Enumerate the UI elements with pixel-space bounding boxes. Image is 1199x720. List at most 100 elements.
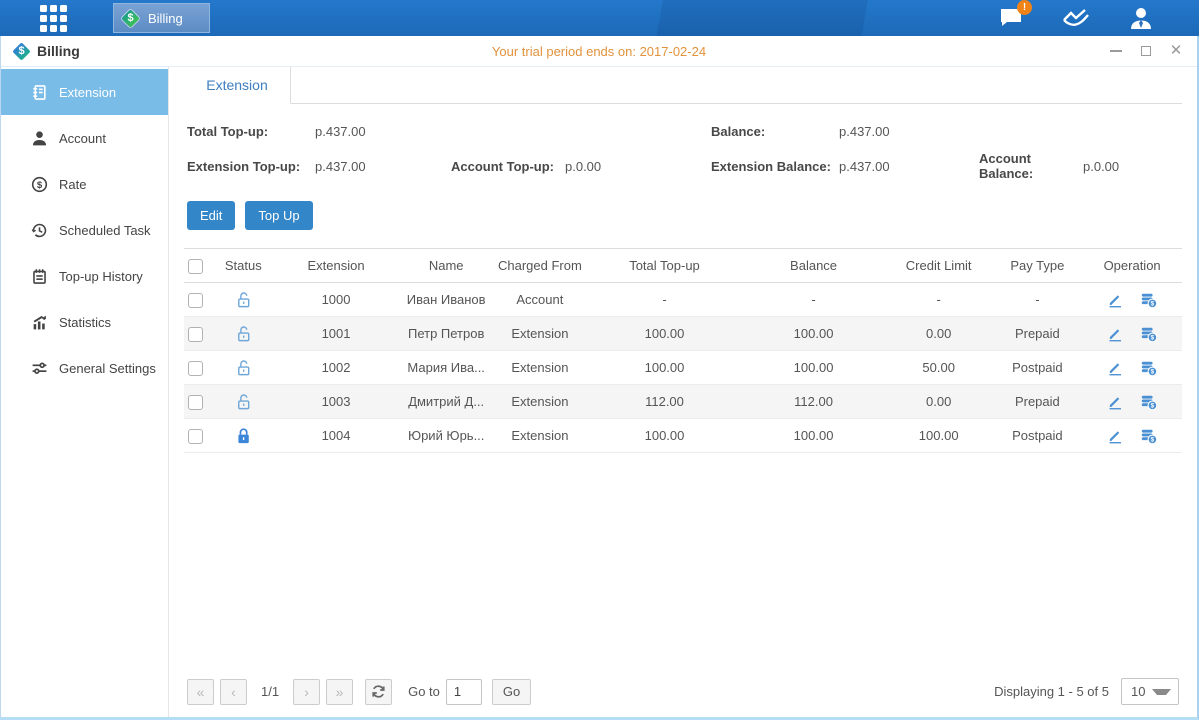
sidebar-item-scheduled-task[interactable]: Scheduled Task — [1, 207, 168, 253]
total-topup-label: Total Top-up: — [187, 124, 315, 139]
header-credit-limit: Credit Limit — [885, 249, 993, 283]
name-cell: Дмитрий Д... — [399, 385, 493, 419]
sliders-icon — [31, 360, 48, 377]
svg-text:$: $ — [1150, 402, 1154, 409]
extension-cell: 1000 — [273, 283, 400, 317]
account-balance-label: Account Balance: — [979, 151, 1083, 181]
go-button[interactable]: Go — [492, 679, 531, 705]
window-title-group: $ Billing — [1, 43, 80, 60]
row-checkbox[interactable] — [188, 361, 203, 376]
sidebar-item-account[interactable]: Account — [1, 115, 168, 161]
extension-balance-label: Extension Balance: — [711, 159, 839, 174]
tab-extension[interactable]: Extension — [184, 67, 291, 104]
extension-balance-value: p.437.00 — [839, 159, 979, 174]
pagination-bar: « ‹ 1/1 › » Go to Go Displaying 1 - 5 of… — [184, 668, 1182, 717]
messages-icon[interactable]: ! — [997, 5, 1025, 31]
balance-cell: 112.00 — [742, 385, 885, 419]
edit-row-icon[interactable] — [1107, 291, 1124, 308]
name-cell: Юрий Юрь... — [399, 419, 493, 453]
next-page-button[interactable]: › — [293, 679, 320, 705]
edit-row-icon[interactable] — [1107, 393, 1124, 410]
topup-row-icon[interactable]: $ — [1140, 291, 1158, 309]
goto-page-input[interactable] — [446, 679, 482, 705]
sidebar-item-statistics[interactable]: Statistics — [1, 299, 168, 345]
last-page-button[interactable]: » — [326, 679, 353, 705]
chevron-down-icon — [1152, 689, 1171, 695]
extension-cell: 1003 — [273, 385, 400, 419]
sidebar-item-rate[interactable]: $ Rate — [1, 161, 168, 207]
select-all-checkbox[interactable] — [188, 259, 203, 274]
close-button[interactable]: ✕ — [1169, 44, 1183, 58]
pay-type-cell: Postpaid — [993, 351, 1083, 385]
sidebar-item-extension[interactable]: Extension — [1, 69, 168, 115]
svg-text:$: $ — [1150, 368, 1154, 375]
topup-row-icon[interactable]: $ — [1140, 427, 1158, 445]
name-cell: Мария Ива... — [399, 351, 493, 385]
operation-cell: $ — [1082, 419, 1182, 453]
extension-table: Status Extension Name Charged From Total… — [184, 248, 1182, 453]
header-extension: Extension — [273, 249, 400, 283]
bar-chart-icon — [31, 314, 48, 331]
maximize-button[interactable] — [1139, 44, 1153, 58]
row-checkbox[interactable] — [188, 429, 203, 444]
top-up-button[interactable]: Top Up — [245, 201, 312, 230]
credit-limit-cell: 0.00 — [885, 385, 993, 419]
sidebar-item-label: Statistics — [59, 315, 111, 330]
header-pay-type: Pay Type — [993, 249, 1083, 283]
row-checkbox[interactable] — [188, 327, 203, 342]
total-topup-cell: - — [587, 283, 743, 317]
header-operation: Operation — [1082, 249, 1182, 283]
window-title: Billing — [37, 43, 80, 59]
window-controls: ✕ — [1109, 44, 1197, 58]
refresh-icon[interactable] — [365, 679, 392, 705]
displaying-info: Displaying 1 - 5 of 5 — [994, 684, 1109, 699]
page-size-select[interactable]: 10 — [1121, 678, 1179, 705]
account-balance-value: p.0.00 — [1083, 159, 1179, 174]
sidebar-item-label: Top-up History — [59, 269, 143, 284]
minimize-button[interactable] — [1109, 44, 1123, 58]
notepad-icon — [31, 268, 48, 285]
clock-history-icon — [31, 222, 48, 239]
row-checkbox[interactable] — [188, 293, 203, 308]
balance-cell: 100.00 — [742, 351, 885, 385]
table-row: 1001 Петр Петров Extension 100.00 100.00… — [184, 317, 1182, 351]
sidebar-item-general-settings[interactable]: General Settings — [1, 345, 168, 391]
resource-monitor-icon[interactable] — [1062, 5, 1090, 31]
svg-text:$: $ — [1150, 436, 1154, 443]
balance-cell: - — [742, 283, 885, 317]
header-total-topup: Total Top-up — [587, 249, 743, 283]
header-balance: Balance — [742, 249, 885, 283]
edit-row-icon[interactable] — [1107, 325, 1124, 342]
sidebar-item-label: Account — [59, 131, 106, 146]
edit-row-icon[interactable] — [1107, 427, 1124, 444]
header-charged-from: Charged From — [493, 249, 587, 283]
topup-row-icon[interactable]: $ — [1140, 393, 1158, 411]
first-page-button[interactable]: « — [187, 679, 214, 705]
status-cell — [214, 419, 273, 453]
edit-row-icon[interactable] — [1107, 359, 1124, 376]
total-topup-cell: 100.00 — [587, 317, 743, 351]
credit-limit-cell: 100.00 — [885, 419, 993, 453]
credit-limit-cell: 0.00 — [885, 317, 993, 351]
topup-row-icon[interactable]: $ — [1140, 359, 1158, 377]
taskbar-item-label: Billing — [148, 11, 183, 26]
app-menu-grid-icon[interactable] — [36, 1, 70, 35]
total-topup-value: p.437.00 — [315, 124, 451, 139]
person-icon — [31, 130, 48, 147]
row-checkbox[interactable] — [188, 395, 203, 410]
sidebar-item-topup-history[interactable]: Top-up History — [1, 253, 168, 299]
extension-cell: 1004 — [273, 419, 400, 453]
name-cell: Иван Иванов — [399, 283, 493, 317]
operation-cell: $ — [1082, 317, 1182, 351]
charged-from-cell: Extension — [493, 317, 587, 351]
taskbar-item-billing[interactable]: $ Billing — [113, 3, 210, 33]
prev-page-button[interactable]: ‹ — [220, 679, 247, 705]
header-name: Name — [399, 249, 493, 283]
user-account-icon[interactable] — [1127, 5, 1155, 31]
window-titlebar: $ Billing Your trial period ends on: 201… — [1, 36, 1197, 67]
topup-row-icon[interactable]: $ — [1140, 325, 1158, 343]
edit-button[interactable]: Edit — [187, 201, 235, 230]
status-cell — [214, 283, 273, 317]
trial-period-message: Your trial period ends on: 2017-02-24 — [1, 44, 1197, 59]
table-row: 1002 Мария Ива... Extension 100.00 100.0… — [184, 351, 1182, 385]
